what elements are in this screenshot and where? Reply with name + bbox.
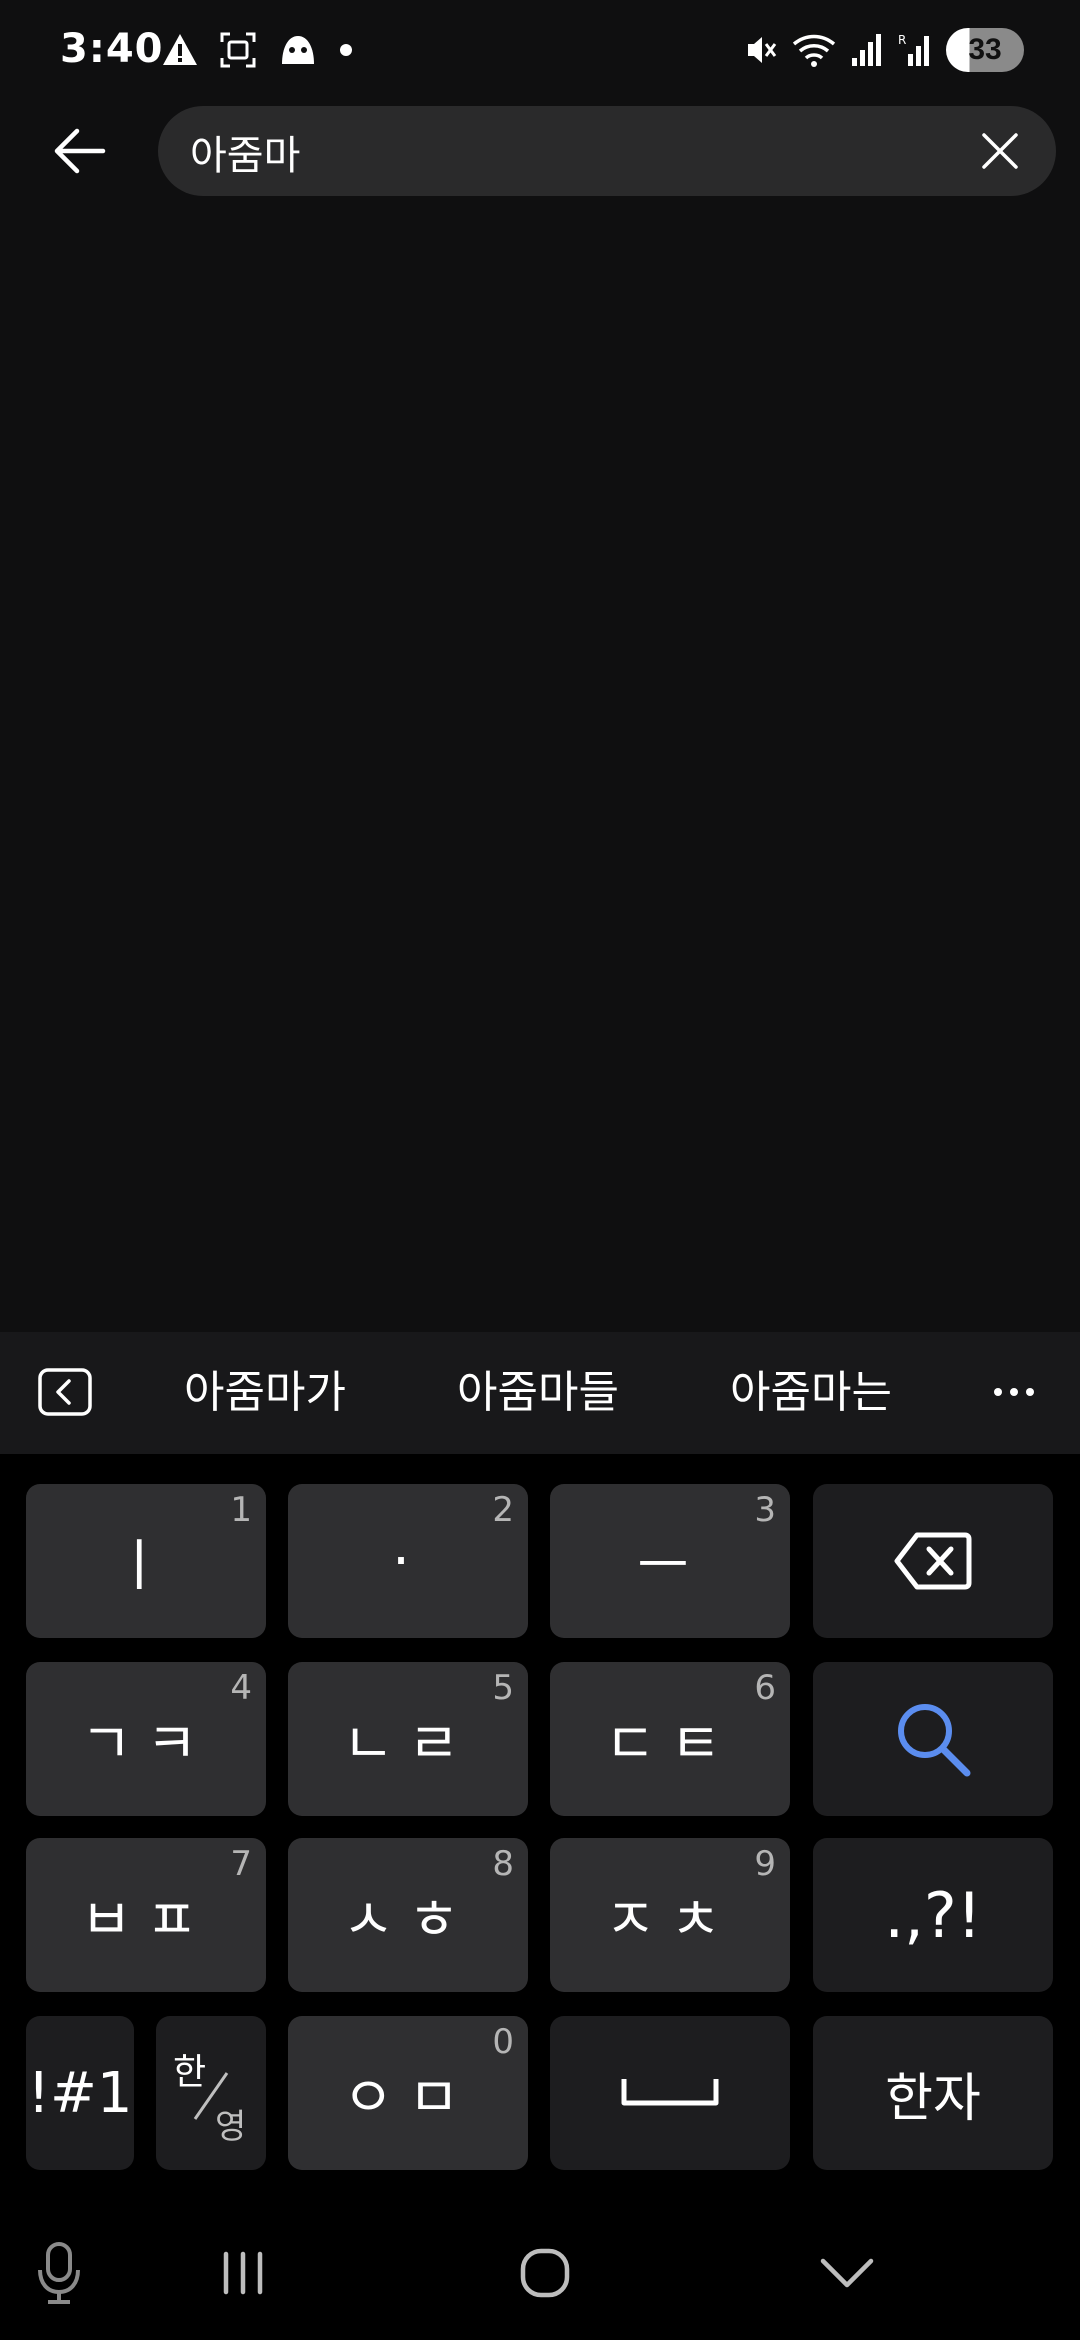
status-time: 3:40 <box>60 26 164 72</box>
arrow-left-icon <box>54 128 106 174</box>
key-j-ch[interactable]: ㅈㅊ 9 <box>550 1838 790 1992</box>
key-label: !#1 <box>27 2060 133 2126</box>
signal-roaming-icon: R <box>898 33 929 66</box>
game-icon <box>282 36 314 64</box>
home-button[interactable] <box>510 2238 580 2308</box>
key-label: ㅣ <box>113 1533 179 1599</box>
key-number: 4 <box>230 1668 252 1708</box>
wifi-icon <box>792 34 836 67</box>
battery-level: 33 <box>968 33 1002 66</box>
key-number: 0 <box>492 2022 514 2062</box>
screen: 3:40 R 33 아줌마 아줌마가 아줌마들 아줌마는 ㅣ 1 · 2 ㅡ 3… <box>0 0 1080 2340</box>
key-g-k[interactable]: ㄱㅋ 4 <box>26 1662 266 1816</box>
key-number: 9 <box>754 1844 776 1884</box>
keyboard: ㅣ 1 · 2 ㅡ 3 ㄱㅋ 4 ㄴㄹ 5 ㄷㅌ 6 ㅂㅍ 7 ㅅㅎ 8 ㅈㅊ … <box>0 1454 1080 2200</box>
clear-search-button[interactable] <box>970 121 1030 181</box>
hide-keyboard-icon <box>820 2258 874 2288</box>
recent-apps-button[interactable] <box>208 2238 278 2308</box>
signal-icon <box>852 34 881 66</box>
collapse-suggestions-button[interactable] <box>38 1368 92 1416</box>
key-number: 3 <box>754 1490 776 1530</box>
status-bar: 3:40 R 33 <box>0 0 1080 104</box>
back-button[interactable] <box>44 116 114 186</box>
key-number: 2 <box>492 1490 514 1530</box>
key-eu[interactable]: ㅡ 3 <box>550 1484 790 1638</box>
key-number: 8 <box>492 1844 514 1884</box>
suggestion-item[interactable]: 아줌마들 <box>457 1358 619 1428</box>
key-label: ㅅㅎ <box>342 1887 474 1953</box>
warning-icon <box>163 34 197 65</box>
hide-keyboard-button[interactable] <box>812 2238 882 2308</box>
key-number: 6 <box>754 1668 776 1708</box>
voice-input-button[interactable] <box>24 2238 94 2308</box>
space-icon <box>621 2079 719 2106</box>
space-key[interactable] <box>550 2016 790 2170</box>
search-header <box>0 104 1080 200</box>
home-icon <box>520 2248 570 2298</box>
close-icon <box>982 133 1018 169</box>
key-label: ㄴㄹ <box>342 1711 474 1777</box>
language-toggle-glyph: 한 영 <box>169 2043 253 2147</box>
backspace-icon <box>894 1532 972 1590</box>
key-dot[interactable]: · 2 <box>288 1484 528 1638</box>
collapse-left-icon <box>38 1368 92 1416</box>
language-toggle-key[interactable]: 한 영 <box>156 2016 266 2170</box>
key-n-r[interactable]: ㄴㄹ 5 <box>288 1662 528 1816</box>
more-horizontal-icon <box>994 1388 1034 1396</box>
key-d-t[interactable]: ㄷㅌ 6 <box>550 1662 790 1816</box>
suggestion-bar: 아줌마가 아줌마들 아줌마는 <box>0 1332 1080 1454</box>
key-label: ㄱㅋ <box>80 1711 212 1777</box>
punctuation-key[interactable]: .,?! <box>813 1838 1053 1992</box>
key-number: 1 <box>230 1490 252 1530</box>
suggestion-item[interactable]: 아줌마가 <box>184 1358 346 1428</box>
key-label: ㅇㅁ <box>342 2065 474 2131</box>
svg-text:R: R <box>898 33 906 47</box>
status-right-icons: R 33 <box>744 28 1024 72</box>
key-label: .,?! <box>884 1878 982 1952</box>
key-s-h[interactable]: ㅅㅎ 8 <box>288 1838 528 1992</box>
symbols-key[interactable]: !#1 <box>26 2016 134 2170</box>
search-input[interactable] <box>188 106 952 198</box>
search-field[interactable] <box>158 106 1056 198</box>
more-suggestions-button[interactable] <box>994 1372 1042 1412</box>
status-left-icons <box>160 30 354 70</box>
key-i[interactable]: ㅣ 1 <box>26 1484 266 1638</box>
dot-icon <box>340 44 352 56</box>
key-label: ㅂㅍ <box>80 1887 212 1953</box>
suggestion-item[interactable]: 아줌마는 <box>730 1358 892 1428</box>
key-label: · <box>392 1528 424 1594</box>
search-icon <box>898 1704 971 1777</box>
key-b-p[interactable]: ㅂㅍ 7 <box>26 1838 266 1992</box>
mute-icon <box>748 37 777 63</box>
battery-icon: 33 <box>946 28 1024 72</box>
key-label-bottom: 영 <box>215 2107 247 2147</box>
microphone-icon <box>38 2242 80 2304</box>
backspace-key[interactable] <box>813 1484 1053 1638</box>
navigation-bar <box>0 2200 1080 2340</box>
search-key[interactable] <box>813 1662 1053 1816</box>
key-ng-m[interactable]: ㅇㅁ 0 <box>288 2016 528 2170</box>
key-label: ㄷㅌ <box>604 1711 736 1777</box>
hanja-key[interactable]: 한자 <box>813 2016 1053 2170</box>
key-label: ㅈㅊ <box>604 1887 736 1953</box>
key-number: 7 <box>230 1844 252 1884</box>
key-number: 5 <box>492 1668 514 1708</box>
key-label: 한자 <box>885 2068 981 2129</box>
key-label: ㅡ <box>637 1533 703 1599</box>
screenshot-icon <box>220 32 256 68</box>
recent-apps-icon <box>223 2251 263 2295</box>
